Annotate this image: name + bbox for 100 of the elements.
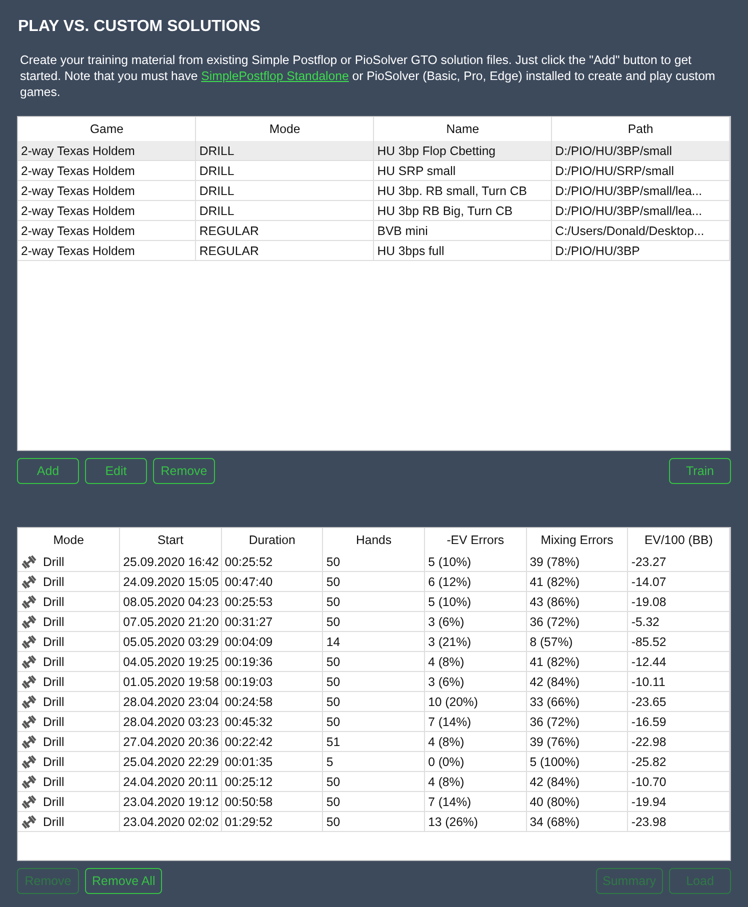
standalone-link[interactable]: SimplePostflop Standalone	[201, 69, 349, 83]
table-cell: 08.05.2020 04:23	[120, 592, 222, 612]
table-cell: -85.52	[628, 632, 730, 652]
table-cell: 00:50:58	[221, 792, 323, 812]
solution-row[interactable]: 2-way Texas Holdem REGULAR BVB mini C:/Users/Donald/Desktop...	[18, 220, 730, 240]
solution-row[interactable]: 2-way Texas Holdem REGULAR HU 3bps full D:/PIO/HU/3BP	[18, 240, 730, 260]
action-button[interactable]: Add	[17, 458, 79, 484]
solution-row[interactable]: 2-way Texas Holdem DRILL HU 3bp. RB small, Turn CB D:/PIO/HU/3BP/small/lea...	[18, 180, 730, 200]
table-cell: 00:24:58	[221, 692, 323, 712]
table-cell: REGULAR	[196, 240, 374, 260]
table-cell: DRILL	[196, 180, 374, 200]
table-cell: 00:31:27	[221, 612, 323, 632]
table-cell: -19.08	[628, 592, 730, 612]
table-cell: 01.05.2020 19:58	[120, 672, 222, 692]
action-button[interactable]: Remove All	[85, 868, 162, 894]
table-cell: 41 (82%)	[526, 572, 628, 592]
table-cell: 00:25:53	[221, 592, 323, 612]
table-cell: 50	[322, 712, 425, 732]
dumbbell-icon	[21, 634, 37, 650]
page-title: PLAY VS. CUSTOM SOLUTIONS	[18, 18, 262, 37]
table-cell: 2-way Texas Holdem	[18, 180, 196, 200]
table-cell: D:/PIO/HU/3BP	[552, 240, 730, 260]
column-header[interactable]: Duration	[221, 528, 323, 552]
table-cell: 36 (72%)	[526, 712, 628, 732]
column-header[interactable]: Mixing Errors	[526, 528, 628, 552]
table-cell: 4 (8%)	[424, 732, 526, 752]
table-cell: 2-way Texas Holdem	[18, 141, 196, 160]
solution-row[interactable]: 2-way Texas Holdem DRILL HU 3bp Flop Cbetting D:/PIO/HU/3BP/small	[18, 141, 730, 160]
table-cell: -19.94	[628, 792, 730, 812]
table-cell: -23.98	[628, 812, 730, 832]
column-header[interactable]: Mode	[18, 528, 120, 552]
table-cell: 4 (8%)	[424, 652, 526, 672]
table-cell: DRILL	[196, 160, 374, 180]
table-cell: 50	[322, 692, 425, 712]
table-cell: 50	[322, 552, 425, 572]
table-cell: 25.04.2020 22:29	[120, 752, 222, 772]
table-cell: 50	[322, 672, 425, 692]
table-cell: -16.59	[628, 712, 730, 732]
dumbbell-icon	[21, 734, 37, 750]
table-cell: 3 (6%)	[424, 672, 526, 692]
table-cell: 00:01:35	[221, 752, 323, 772]
dumbbell-icon	[21, 674, 37, 690]
table-cell: 50	[322, 792, 425, 812]
action-button[interactable]: Edit	[85, 458, 147, 484]
table-cell: 50	[322, 812, 425, 832]
mode-label: Drill	[43, 674, 64, 688]
solution-row[interactable]: 2-way Texas Holdem DRILL HU 3bp RB Big, Turn CB D:/PIO/HU/3BP/small/lea...	[18, 200, 730, 220]
column-header[interactable]: EV/100 (BB)	[628, 528, 730, 552]
table-cell: -14.07	[628, 572, 730, 592]
table-cell: 00:22:42	[221, 732, 323, 752]
solution-row[interactable]: 2-way Texas Holdem DRILL HU SRP small D:/PIO/HU/SRP/small	[18, 160, 730, 180]
mode-label: Drill	[43, 694, 64, 708]
table-cell: -5.32	[628, 612, 730, 632]
column-header[interactable]: -EV Errors	[424, 528, 526, 552]
table-cell: 34 (68%)	[526, 812, 628, 832]
table-cell: 2-way Texas Holdem	[18, 200, 196, 220]
mode-label: Drill	[43, 634, 64, 648]
table-cell: 39 (78%)	[526, 552, 628, 572]
table-cell: 43 (86%)	[526, 592, 628, 612]
dumbbell-icon	[21, 754, 37, 770]
mode-label: Drill	[43, 774, 64, 788]
table-cell: 50	[322, 652, 425, 672]
action-button[interactable]: Remove	[153, 458, 215, 484]
table-cell: REGULAR	[196, 220, 374, 240]
table-cell: HU SRP small	[374, 160, 552, 180]
table-cell: 41 (82%)	[526, 652, 628, 672]
mode-label: Drill	[43, 754, 64, 768]
column-header[interactable]: Start	[120, 528, 222, 552]
table-cell: 8 (57%)	[526, 632, 628, 652]
dumbbell-icon	[21, 554, 37, 570]
table-cell: 28.04.2020 03:23	[120, 712, 222, 732]
table-cell: 00:19:03	[221, 672, 323, 692]
table-cell: HU 3bps full	[374, 240, 552, 260]
table-cell: 5 (10%)	[424, 552, 526, 572]
table-cell: -10.70	[628, 772, 730, 792]
table-cell: 40 (80%)	[526, 792, 628, 812]
table-cell: 50	[322, 572, 425, 592]
table-cell: D:/PIO/HU/3BP/small/lea...	[552, 180, 730, 200]
table-cell: 24.09.2020 15:05	[120, 572, 222, 592]
dumbbell-icon	[21, 614, 37, 630]
table-cell: 01:29:52	[221, 812, 323, 832]
table-cell: 2-way Texas Holdem	[18, 160, 196, 180]
table-cell: HU 3bp Flop Cbetting	[374, 141, 552, 160]
dumbbell-icon	[21, 814, 37, 830]
table-cell: 27.04.2020 20:36	[120, 732, 222, 752]
dumbbell-icon	[21, 654, 37, 670]
table-cell: 5 (10%)	[424, 592, 526, 612]
column-header[interactable]: Hands	[322, 528, 425, 552]
train-button[interactable]: Train	[669, 458, 731, 484]
mode-label: Drill	[43, 734, 64, 748]
table-cell: 07.05.2020 21:20	[120, 612, 222, 632]
table-cell: 24.04.2020 20:11	[120, 772, 222, 792]
table-cell: 00:19:36	[221, 652, 323, 672]
table-cell: 23.04.2020 02:02	[120, 812, 222, 832]
mode-label: Drill	[43, 554, 64, 568]
table-cell: 2-way Texas Holdem	[18, 220, 196, 240]
table-cell: 00:47:40	[221, 572, 323, 592]
table-cell: 10 (20%)	[424, 692, 526, 712]
table-cell: -23.65	[628, 692, 730, 712]
table-cell: 50	[322, 592, 425, 612]
